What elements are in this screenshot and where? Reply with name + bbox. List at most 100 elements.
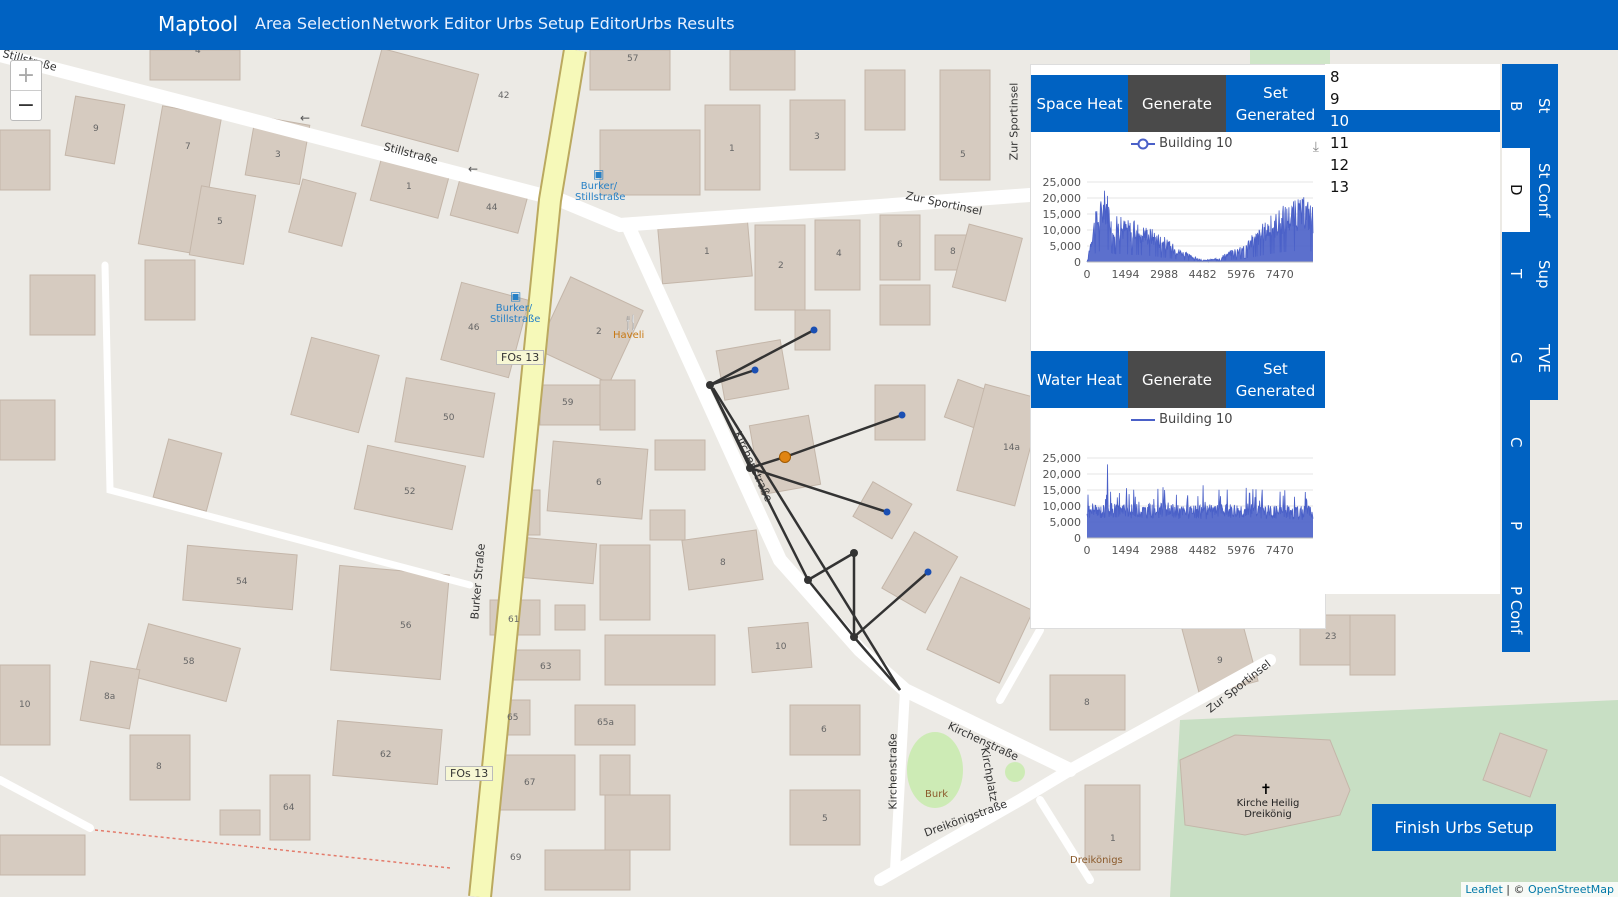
legend-marker-icon [1131,138,1155,149]
house-number: 5 [217,217,223,227]
tab-g[interactable]: G [1502,316,1530,400]
finish-urbs-setup-button[interactable]: Finish Urbs Setup [1372,804,1556,851]
tab-p[interactable]: P [1502,484,1530,568]
side-tab-row: P [1502,484,1530,568]
house-number: 62 [380,750,392,760]
house-number: 10 [19,700,31,710]
house-number: 65a [597,718,614,728]
poi-label: Burker/ Stillstraße [575,181,626,203]
y-tick-label: 20,000 [1043,192,1082,205]
y-tick-label: 20,000 [1043,468,1082,481]
water-heat-generate-button[interactable]: Generate [1128,351,1226,408]
side-tab-row: T Sup [1502,232,1558,316]
house-number: 52 [404,487,416,497]
house-number: 1 [406,182,412,192]
side-tab-row: D St Conf [1502,148,1558,232]
poi-label: Haveli [613,330,645,341]
x-tick-label: 7470 [1266,268,1294,281]
y-tick-label: 10,000 [1043,224,1082,237]
legend-label: Building 10 [1159,412,1233,427]
house-number: 54 [236,577,248,587]
building-list-item[interactable]: 11 [1325,132,1500,154]
house-number: 10 [775,642,787,652]
house-number: 8 [156,762,162,772]
house-number: 2 [596,327,602,337]
leaflet-link[interactable]: Leaflet [1465,883,1502,896]
street-label: Stillstraße [382,140,440,167]
house-number: 6 [821,725,827,735]
water-heat-legend: Building 10 [1131,412,1233,427]
building-list: 8 9 10 11 12 13 [1325,64,1500,594]
poi-label: Burk [925,789,949,800]
y-tick-label: 5,000 [1050,240,1082,253]
y-tick-label: 15,000 [1043,484,1082,497]
tab-d[interactable]: D [1502,148,1530,232]
poi-label: Burker/ Stillstraße [490,303,541,325]
building-list-item[interactable]: 12 [1325,154,1500,176]
house-number: 23 [1325,632,1337,642]
building-list-item[interactable]: 9 [1325,88,1500,110]
building-list-item[interactable]: 13 [1325,176,1500,198]
side-tab-row: G TVE [1502,316,1558,400]
house-number: 69 [510,853,522,863]
tab-t[interactable]: T [1502,232,1530,316]
house-number: 14a [1003,443,1020,453]
space-heat-tab[interactable]: Space Heat [1031,75,1128,132]
zoom-out-button[interactable]: − [11,90,41,120]
legend-label: Building 10 [1159,136,1233,151]
house-number: 50 [443,413,455,423]
street-label: Kirchenstraße [731,429,776,504]
house-number: 3 [814,132,820,142]
house-number: 2 [778,261,784,271]
tab-st[interactable]: St [1530,64,1558,148]
tab-sup[interactable]: Sup [1530,232,1558,316]
street-label: Kirchenstraße [886,733,900,810]
water-heat-chart: 0 5,000 10,000 15,000 20,000 25,000 0 1494 2988 4… [1043,452,1314,557]
street-label: Zur Sportinsel [1204,657,1274,716]
tab-b[interactable]: B [1502,64,1530,148]
street-label: Dreikönigstraße [922,797,1009,840]
house-number: 1 [1110,834,1116,844]
house-number: 5 [822,814,828,824]
house-number: 67 [524,778,536,788]
x-tick-label: 7470 [1266,544,1294,557]
street-label: Zur Sportinsel [904,189,984,218]
y-tick-label: 10,000 [1043,500,1082,513]
x-tick-label: 4482 [1189,268,1217,281]
nav-urbs-setup-editor[interactable]: Urbs Setup Editor [496,14,637,33]
water-heat-tab[interactable]: Water Heat [1031,351,1128,408]
nav-network-editor[interactable]: Network Editor [372,14,491,33]
brand-logo[interactable]: Maptool [158,12,238,36]
x-tick-label: 5976 [1227,268,1255,281]
legend-line-icon [1131,418,1155,421]
y-tick-label: 0 [1074,532,1081,545]
tab-tve[interactable]: TVE [1530,316,1558,400]
building-list-item[interactable]: 8 [1325,66,1500,88]
zoom-in-button[interactable]: + [11,61,41,90]
road-shield: FOs 13 [445,766,494,781]
house-number: 42 [498,91,510,101]
house-number: 8 [950,247,956,257]
zoom-control: + − [10,60,42,121]
nav-area-selection[interactable]: Area Selection [255,14,371,33]
y-tick-label: 25,000 [1043,452,1082,465]
house-number: 4 [195,50,201,56]
space-heat-generate-button[interactable]: Generate [1128,75,1226,132]
building-list-item[interactable]: 10 [1325,110,1500,132]
tab-p-conf[interactable]: P Conf [1502,568,1530,652]
street-label: Burker Straße [468,543,488,620]
water-heat-set-generated-button[interactable]: Set Generated [1226,351,1325,408]
nav-urbs-results[interactable]: Urbs Results [635,14,735,33]
download-icon[interactable]: ⤓ [1313,139,1319,155]
house-number: 8 [1084,698,1090,708]
house-number: 7 [185,142,191,152]
side-tab-row: B St [1502,64,1558,148]
tab-c[interactable]: C [1502,400,1530,484]
y-tick-label: 25,000 [1043,176,1082,189]
space-heat-set-generated-button[interactable]: Set Generated [1226,75,1325,132]
tab-st-conf[interactable]: St Conf [1530,148,1558,232]
x-tick-label: 1494 [1112,544,1140,557]
y-tick-label: 5,000 [1050,516,1082,529]
osm-link[interactable]: OpenStreetMap [1528,883,1614,896]
house-number: 44 [486,203,498,213]
